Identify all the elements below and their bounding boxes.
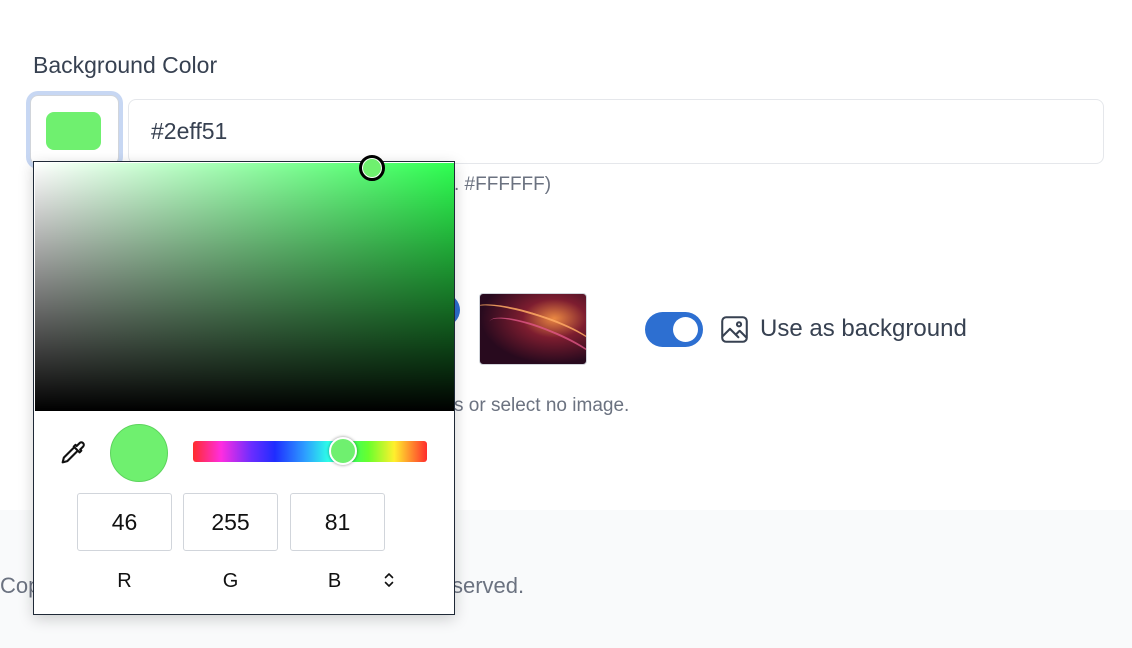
background-color-label: Background Color xyxy=(33,52,218,78)
blue-channel-label: B xyxy=(327,570,342,592)
hue-slider[interactable] xyxy=(193,441,427,462)
background-image-thumbnail[interactable] xyxy=(479,293,587,365)
use-as-background-label: Use as background xyxy=(760,315,967,342)
image-helper-text: s or select no image. xyxy=(454,395,630,416)
blue-channel-input[interactable] xyxy=(290,493,385,551)
hue-slider-handle[interactable] xyxy=(329,437,357,465)
green-channel-label: G xyxy=(222,570,239,592)
footer-text-right: served. xyxy=(452,573,525,598)
toggle-knob xyxy=(673,317,698,342)
saturation-handle[interactable] xyxy=(359,155,385,181)
color-picker-popover: R G B xyxy=(33,155,455,615)
green-channel-input[interactable] xyxy=(183,493,278,551)
saturation-value-area[interactable] xyxy=(35,155,454,411)
hex-color-input[interactable] xyxy=(128,99,1104,164)
red-channel-input[interactable] xyxy=(77,493,172,551)
color-preview xyxy=(110,424,168,482)
image-icon xyxy=(721,316,748,343)
swap-mode-icon[interactable] xyxy=(382,571,396,589)
color-swatch-button[interactable] xyxy=(30,95,119,165)
color-swatch xyxy=(46,112,101,150)
eyedropper-icon[interactable] xyxy=(58,438,86,468)
hex-helper-text: . #FFFFFF) xyxy=(454,174,552,195)
red-channel-label: R xyxy=(117,570,132,592)
use-as-background-toggle[interactable] xyxy=(645,312,703,347)
